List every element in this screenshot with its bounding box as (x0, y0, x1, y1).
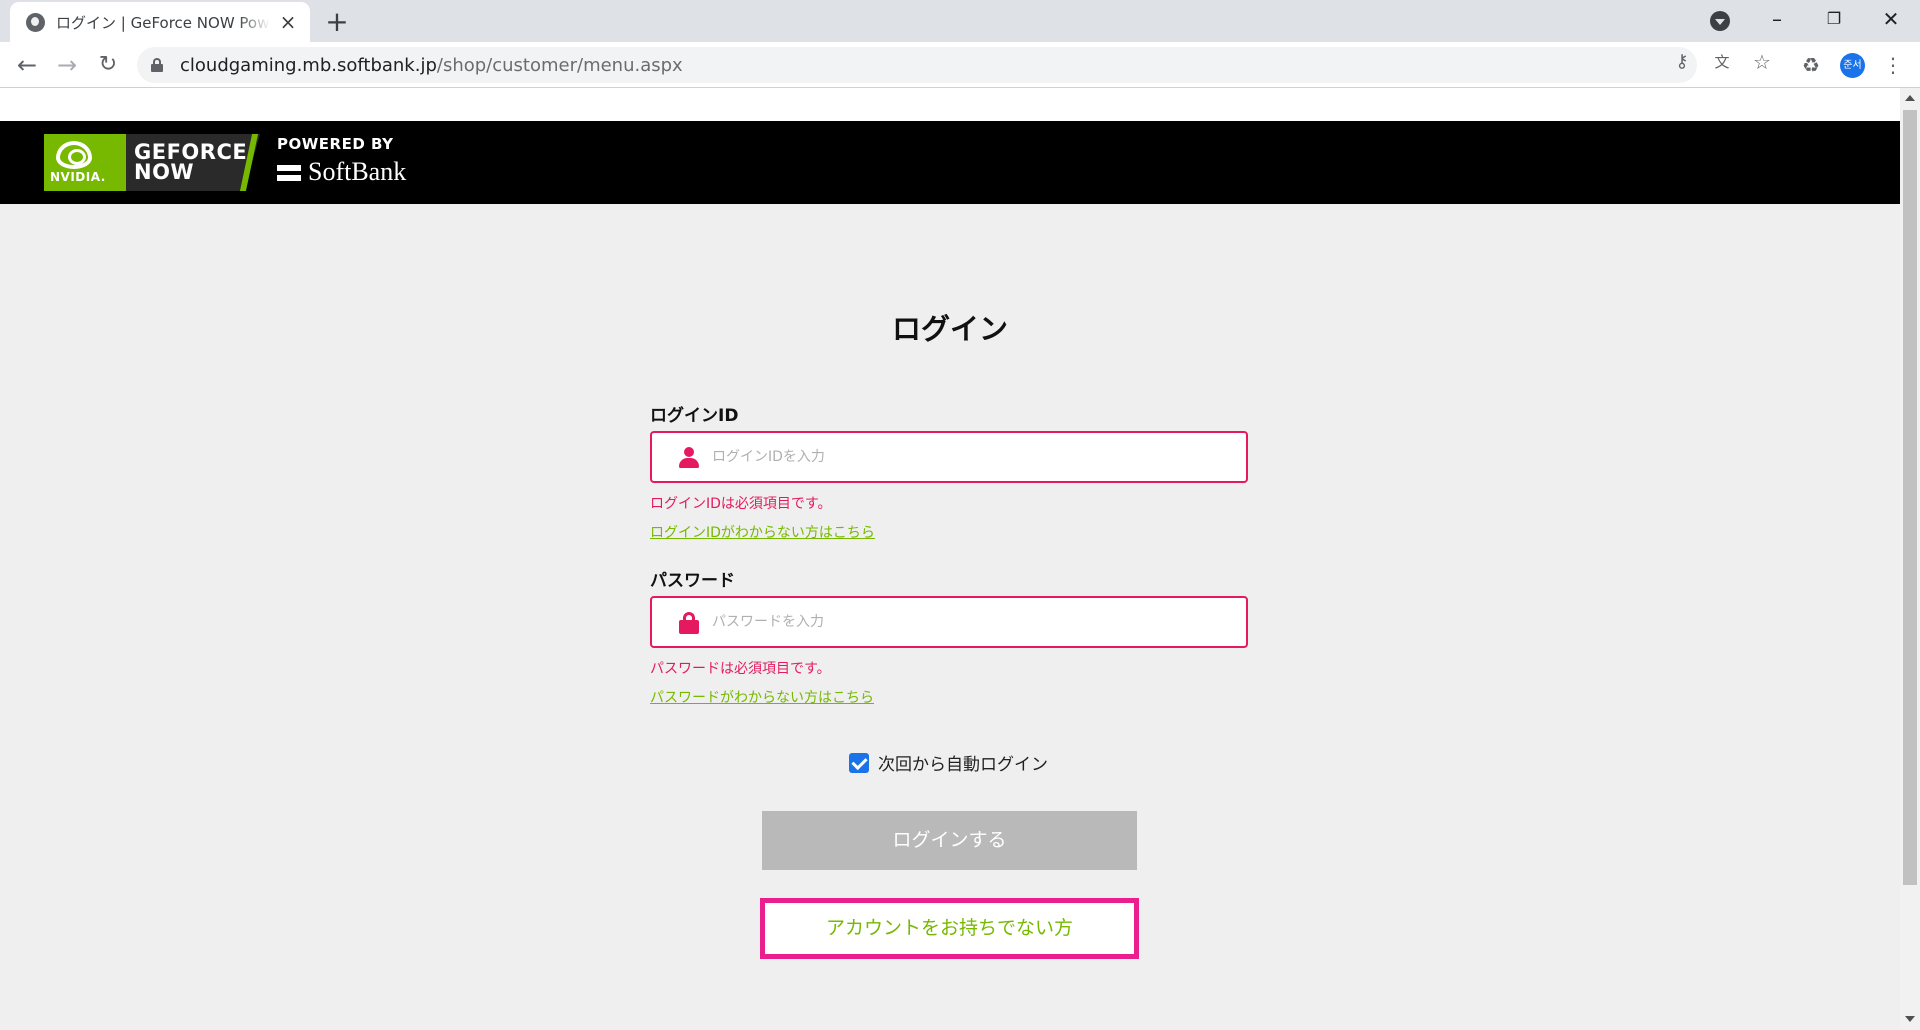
browser-toolbar: ← → ↻ cloudgaming.mb.softbank.jp/shop/cu… (0, 42, 1920, 88)
translate-icon[interactable]: 文 (1710, 50, 1734, 74)
password-input[interactable] (712, 598, 1232, 646)
lock-icon[interactable] (151, 58, 163, 72)
url-host: cloudgaming.mb.softbank.jp (180, 54, 437, 76)
login-id-field[interactable] (650, 431, 1248, 483)
minimize-button[interactable]: – (1757, 4, 1797, 34)
menu-dots-icon[interactable]: ⋮ (1879, 51, 1907, 79)
login-button[interactable]: ログインする (762, 811, 1137, 870)
scrollbar-thumb[interactable] (1903, 110, 1917, 885)
softbank-bars-icon (277, 163, 301, 183)
login-id-error: ログインIDは必須項目です。 (650, 496, 832, 512)
forgot-password-link[interactable]: パスワードがわからない方はこちら (650, 687, 874, 707)
page-top-band (0, 88, 1900, 121)
url-text[interactable]: cloudgaming.mb.softbank.jp/shop/customer… (180, 55, 683, 76)
page-title: ログイン (891, 312, 1008, 346)
auto-login-label[interactable]: 次回から自動ログイン (878, 750, 1048, 775)
auto-login-checkbox[interactable] (849, 752, 869, 773)
globe-icon (26, 12, 45, 32)
forward-arrow-icon[interactable]: → (52, 50, 82, 80)
forgot-id-link[interactable]: ログインIDがわからない方はこちら (650, 522, 875, 542)
nvidia-wordmark: NVIDIA. (50, 170, 106, 184)
restore-button[interactable]: ❐ (1814, 4, 1854, 34)
close-window-button[interactable]: ✕ (1871, 4, 1911, 34)
password-field[interactable] (650, 596, 1248, 648)
key-icon[interactable]: ⚷ (1670, 50, 1694, 74)
geforce-wordmark: GEFORCE (134, 140, 248, 164)
back-arrow-icon[interactable]: ← (12, 50, 42, 80)
profile-avatar[interactable]: 준서 (1840, 53, 1865, 78)
now-wordmark: NOW (134, 160, 195, 184)
no-account-button[interactable]: アカウントをお持ちでない方 (760, 898, 1139, 959)
browser-tab[interactable]: ログイン | GeForce NOW Powered by SoftBank × (10, 2, 310, 42)
extensions-icon[interactable]: ♻ (1797, 51, 1825, 79)
auto-login-option[interactable]: 次回から自動ログイン (849, 750, 1048, 775)
tab-strip: ログイン | GeForce NOW Powered by SoftBank ×… (0, 0, 1920, 42)
scroll-up-icon[interactable] (1905, 95, 1915, 101)
lock-icon (679, 612, 699, 634)
user-icon (678, 447, 700, 469)
url-path: /shop/customer/menu.aspx (436, 54, 683, 76)
softbank-wordmark: SoftBank (308, 157, 407, 186)
login-id-input[interactable] (712, 433, 1232, 481)
password-label: パスワード (650, 571, 735, 591)
password-error: パスワードは必須項目です。 (650, 661, 831, 677)
new-tab-button[interactable]: + (322, 8, 352, 38)
reload-icon[interactable]: ↻ (93, 50, 123, 80)
tab-search-icon[interactable] (1710, 11, 1730, 31)
login-id-label: ログインID (650, 406, 739, 426)
close-tab-icon[interactable]: × (278, 12, 298, 32)
scroll-down-icon[interactable] (1905, 1016, 1915, 1022)
powered-by-label: POWERED BY (277, 135, 394, 153)
tab-title: ログイン | GeForce NOW Powered by SoftBank (56, 13, 270, 32)
nvidia-eye-icon (56, 141, 92, 169)
address-bar[interactable]: cloudgaming.mb.softbank.jp/shop/customer… (137, 47, 1697, 83)
star-icon[interactable]: ☆ (1750, 50, 1774, 74)
